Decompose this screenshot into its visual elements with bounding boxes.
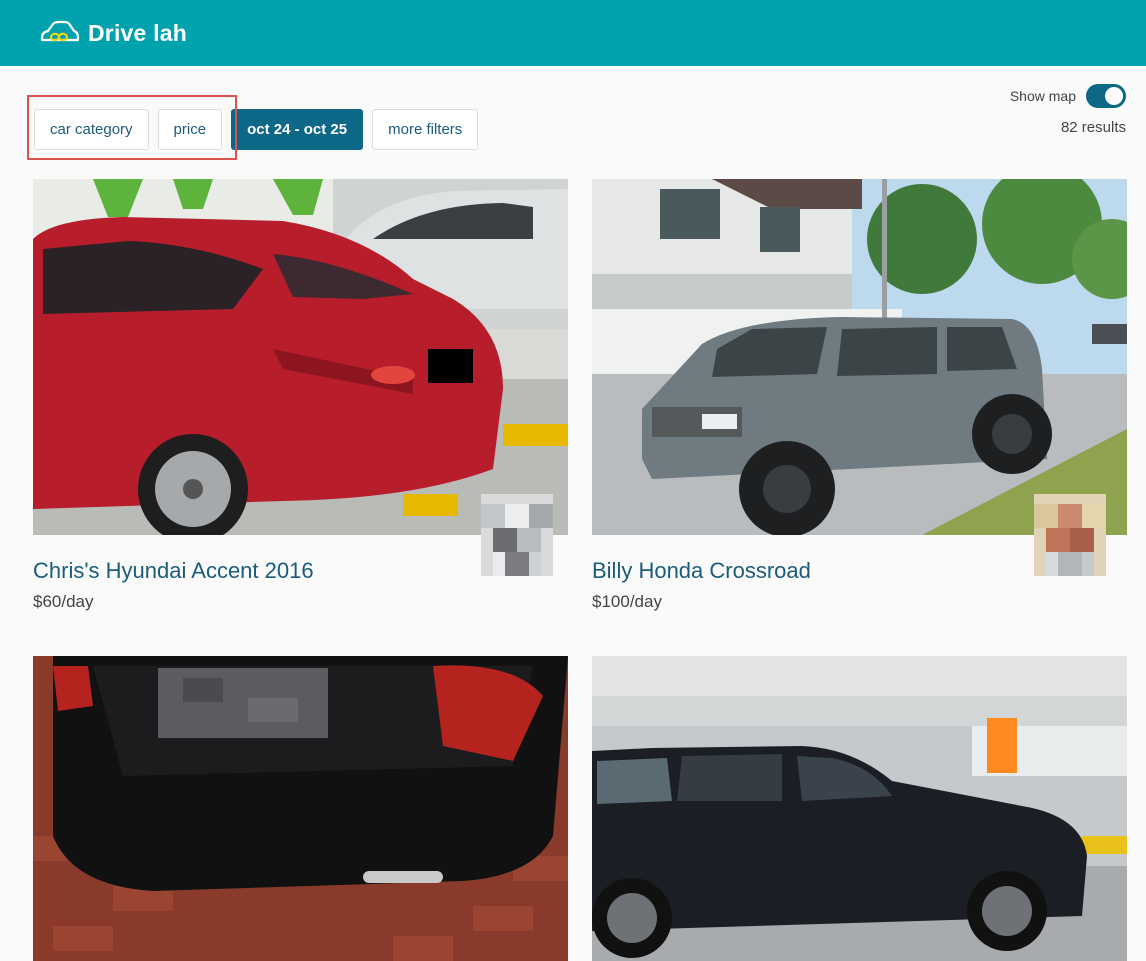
listing-photo[interactable] [592,656,1127,961]
listing-photo[interactable] [592,179,1127,535]
more-filters-button[interactable]: more filters [372,109,479,150]
listing-card[interactable]: Chris's Hyundai Accent 2016 $60/day [33,179,568,612]
toggle-knob [1105,87,1123,105]
pixelated-avatar-image [481,494,553,576]
listing-photo[interactable] [33,656,568,961]
car-logo-icon [40,20,80,42]
pixelated-avatar-image [1034,494,1106,576]
car-photo-image [592,656,1127,961]
car-photo-image [33,179,568,535]
top-navigation-bar: Drive lah [0,0,1146,66]
listing-price: $100/day [592,592,662,611]
listing-card[interactable] [33,656,568,961]
results-count: 82 results [1060,119,1126,136]
drive-lah-logo[interactable]: Drive lah [38,20,187,47]
app-name: Drive lah [88,19,187,46]
listing-price: $60/day [33,592,94,611]
date-range-filter-button[interactable]: oct 24 - oct 25 [231,109,364,150]
listing-photo[interactable] [33,179,568,535]
car-photo-image [33,656,568,961]
show-map-toggle[interactable] [1086,84,1126,108]
owner-avatar[interactable] [481,494,553,576]
car-category-filter-button[interactable]: car category [34,109,149,150]
show-map-label: Show map [1009,88,1076,104]
listing-card[interactable]: Billy Honda Crossroad $100/day [592,179,1127,612]
car-photo-image [592,179,1127,535]
owner-avatar[interactable] [1034,494,1106,576]
listing-card[interactable] [592,656,1127,961]
filter-bar: car category price oct 24 - oct 25 more … [34,109,479,150]
show-map-control: Show map [1010,84,1126,108]
price-filter-button[interactable]: price [157,109,223,150]
